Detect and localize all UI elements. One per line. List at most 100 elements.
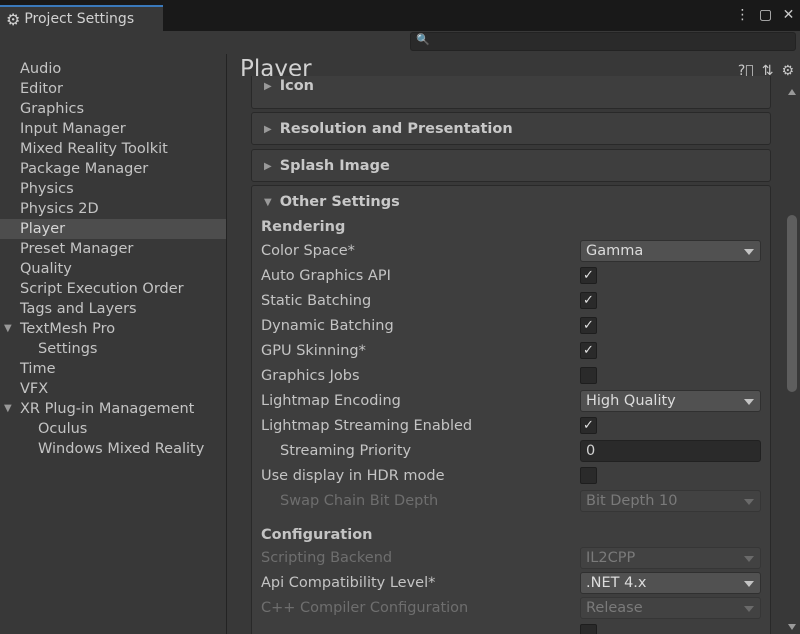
row-graphics-jobs: Graphics Jobs [261, 365, 761, 389]
field-label: Lightmap Encoding [261, 393, 401, 409]
collapsed-arrow-icon: ▶ [264, 123, 272, 135]
sidebar-item-vfx[interactable]: VFX [0, 379, 226, 399]
field-label: GPU Skinning* [261, 343, 366, 359]
sidebar-item-windows-mixed-reality[interactable]: Windows Mixed Reality [0, 439, 226, 459]
scripting-backend-dropdown: IL2CPP [580, 547, 761, 569]
field-label: Use display in HDR mode [261, 468, 445, 484]
foldout-label: Resolution and Presentation [279, 121, 513, 137]
project-settings-window: ⚙ Project Settings ⋮ ▢ ✕ 🔍 Audio Editor … [0, 0, 800, 634]
field-label: Swap Chain Bit Depth [280, 493, 439, 509]
section-rendering: Rendering [261, 219, 346, 235]
sidebar-item-quality[interactable]: Quality [0, 259, 226, 279]
collapsed-arrow-icon: ▶ [264, 80, 272, 92]
foldout-icon[interactable]: ▶ Icon [251, 76, 771, 109]
row-auto-graphics-api: Auto Graphics API ✓ [261, 265, 761, 289]
swap-chain-dropdown: Bit Depth 10 [580, 490, 761, 512]
sidebar-item-editor[interactable]: Editor [0, 79, 226, 99]
hdr-mode-checkbox[interactable] [580, 467, 597, 484]
row-streaming-priority: Streaming Priority 0 [261, 440, 761, 464]
scroll-up-icon[interactable] [788, 89, 796, 95]
tab-label: Project Settings [24, 11, 135, 27]
sidebar-item-package-manager[interactable]: Package Manager [0, 159, 226, 179]
field-label: Color Space* [261, 243, 355, 259]
field-label: Static Batching [261, 293, 372, 309]
row-swap-chain-bit-depth: Swap Chain Bit Depth Bit Depth 10 [261, 490, 761, 514]
row-scripting-backend: Scripting Backend IL2CPP [261, 547, 761, 571]
row-gpu-skinning: GPU Skinning* ✓ [261, 340, 761, 364]
foldout-expanded-icon[interactable]: ▼ [4, 399, 12, 419]
field-label: Streaming Priority [280, 443, 412, 459]
sidebar-item-oculus[interactable]: Oculus [0, 419, 226, 439]
row-static-batching: Static Batching ✓ [261, 290, 761, 314]
sidebar-item-xr-plugin-management[interactable]: ▼ XR Plug-in Management [0, 399, 226, 419]
sidebar-item-mixed-reality-toolkit[interactable]: Mixed Reality Toolkit [0, 139, 226, 159]
field-label: Graphics Jobs [261, 368, 360, 384]
field-label: C++ Compiler Configuration [261, 600, 469, 616]
foldout-header[interactable]: ▼ Other Settings [252, 186, 770, 218]
settings-gear-icon[interactable]: ⚙ [781, 63, 794, 79]
sidebar-item-player[interactable]: Player [0, 219, 226, 239]
close-icon[interactable]: ✕ [781, 6, 796, 24]
tab-project-settings[interactable]: ⚙ Project Settings [0, 5, 163, 31]
foldout-resolution[interactable]: ▶ Resolution and Presentation [251, 112, 771, 145]
graphics-jobs-checkbox[interactable] [580, 367, 597, 384]
field-label: Dynamic Batching [261, 318, 394, 334]
sidebar-item-textmesh-pro[interactable]: ▼ TextMesh Pro [0, 319, 226, 339]
sidebar-item-physics[interactable]: Physics [0, 179, 226, 199]
gear-icon: ⚙ [6, 9, 21, 29]
lightmap-encoding-dropdown[interactable]: High Quality [580, 390, 761, 412]
foldout-splash-image[interactable]: ▶ Splash Image [251, 149, 771, 182]
row-lightmap-encoding: Lightmap Encoding High Quality [261, 390, 761, 414]
color-space-dropdown[interactable]: Gamma [580, 240, 761, 262]
foldout-label: Splash Image [279, 158, 390, 174]
sidebar-item-tags-and-layers[interactable]: Tags and Layers [0, 299, 226, 319]
sidebar: Audio Editor Graphics Input Manager Mixe… [0, 54, 227, 634]
api-compatibility-dropdown[interactable]: .NET 4.x [580, 572, 761, 594]
field-label: Lightmap Streaming Enabled [261, 418, 473, 434]
sidebar-item-script-execution-order[interactable]: Script Execution Order [0, 279, 226, 299]
more-options-icon[interactable]: ⋮ [735, 6, 750, 24]
row-partial [261, 622, 761, 634]
row-dynamic-batching: Dynamic Batching ✓ [261, 315, 761, 339]
field-label: Scripting Backend [261, 550, 393, 566]
sidebar-item-textmesh-settings[interactable]: Settings [0, 339, 226, 359]
scroll-down-icon[interactable] [788, 624, 796, 630]
row-cpp-compiler: C++ Compiler Configuration Release [261, 597, 761, 621]
field-label: Api Compatibility Level* [261, 575, 436, 591]
scrollbar-thumb[interactable] [787, 215, 797, 392]
dynamic-batching-checkbox[interactable]: ✓ [580, 317, 597, 334]
sidebar-item-audio[interactable]: Audio [0, 59, 226, 79]
sidebar-item-label: TextMesh Pro [20, 321, 116, 337]
search-icon: 🔍 [416, 33, 430, 46]
search-input[interactable]: 🔍 [410, 32, 796, 51]
collapsed-arrow-icon: ▶ [264, 160, 272, 172]
auto-graphics-api-checkbox[interactable]: ✓ [580, 267, 597, 284]
sidebar-item-input-manager[interactable]: Input Manager [0, 119, 226, 139]
main-panel: Player ?⃝ ⇅ ⚙ ▶ Icon ▶ Resolution and Pres… [228, 54, 800, 634]
gpu-skinning-checkbox[interactable]: ✓ [580, 342, 597, 359]
window-controls: ⋮ ▢ ✕ [735, 6, 796, 24]
lightmap-streaming-checkbox[interactable]: ✓ [580, 417, 597, 434]
sidebar-item-time[interactable]: Time [0, 359, 226, 379]
foldout-label: Icon [279, 78, 314, 94]
row-lightmap-streaming: Lightmap Streaming Enabled ✓ [261, 415, 761, 439]
sidebar-item-physics-2d[interactable]: Physics 2D [0, 199, 226, 219]
tab-bar: ⚙ Project Settings ⋮ ▢ ✕ [0, 0, 800, 31]
foldout-label: Other Settings [279, 194, 400, 210]
expanded-arrow-icon: ▼ [264, 196, 272, 208]
sidebar-item-preset-manager[interactable]: Preset Manager [0, 239, 226, 259]
static-batching-checkbox[interactable]: ✓ [580, 292, 597, 309]
maximize-icon[interactable]: ▢ [758, 6, 773, 24]
row-api-compatibility: Api Compatibility Level* .NET 4.x [261, 572, 761, 596]
streaming-priority-input[interactable]: 0 [580, 440, 761, 462]
row-color-space: Color Space* Gamma [261, 240, 761, 264]
foldout-expanded-icon[interactable]: ▼ [4, 319, 12, 339]
sidebar-item-graphics[interactable]: Graphics [0, 99, 226, 119]
sidebar-item-label: XR Plug-in Management [20, 401, 195, 417]
row-hdr-mode: Use display in HDR mode [261, 465, 761, 489]
cpp-compiler-dropdown: Release [580, 597, 761, 619]
field-label: Auto Graphics API [261, 268, 391, 284]
partial-checkbox[interactable] [580, 624, 597, 634]
section-configuration: Configuration [261, 527, 373, 543]
vertical-scrollbar[interactable] [784, 85, 800, 634]
